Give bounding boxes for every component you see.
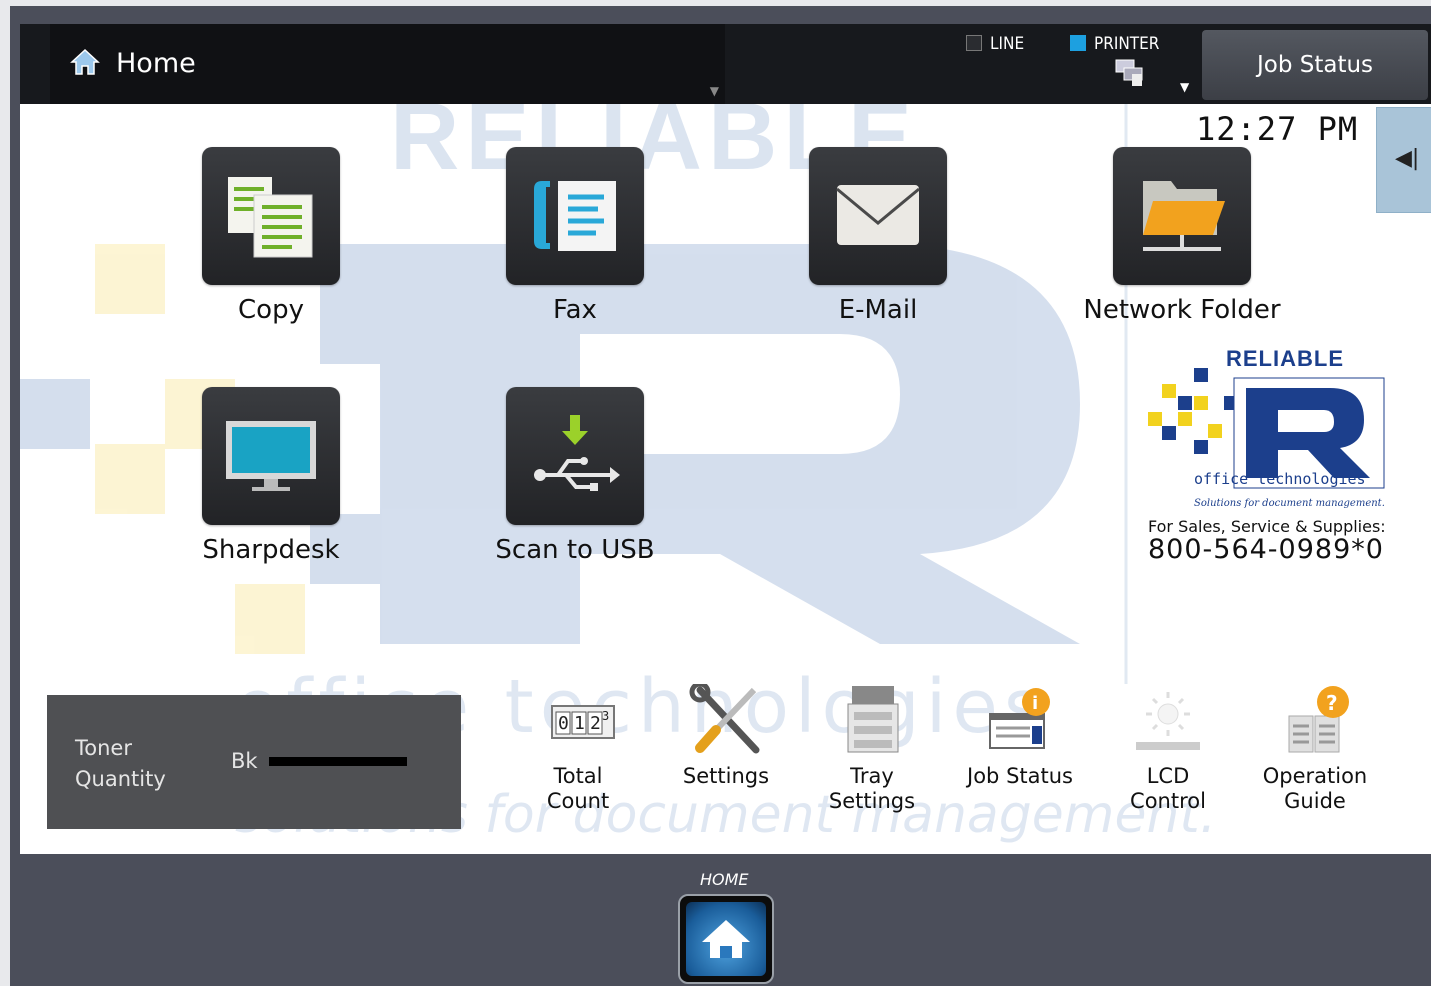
printer-indicator: PRINTER <box>1070 34 1159 54</box>
collapse-arrow-icon: ◀| <box>1395 146 1420 171</box>
app-label: E-Mail <box>838 295 918 325</box>
top-bar: Home ▼ LINE PRINTER ▼ Job Status <box>20 24 1431 104</box>
usb-icon <box>534 415 620 491</box>
svg-text:i: i <box>1032 693 1038 714</box>
network-folder-tile[interactable] <box>1113 147 1251 285</box>
clock: 12:27 PM <box>1196 110 1359 148</box>
network-folder-icon <box>1143 181 1225 251</box>
app-label: Sharpdesk <box>202 535 340 565</box>
printer-queue-icon[interactable] <box>1114 58 1148 88</box>
logo-wordmark: RELIABLE <box>1226 346 1344 371</box>
contact-phone: 800-564-0989*0 <box>1148 534 1384 565</box>
home-hardware-button[interactable] <box>678 894 774 984</box>
app-copy[interactable]: Copy <box>141 147 401 325</box>
reliable-logo: RELIABLE office technologies Solutions f… <box>1144 344 1394 516</box>
email-tile[interactable] <box>809 147 947 285</box>
sharpdesk-tile[interactable] <box>202 387 340 525</box>
logo-tagline: Solutions for document management. <box>1194 498 1385 509</box>
toner-level-bar <box>269 757 407 766</box>
util-lcd-control[interactable]: LCD Control <box>1103 684 1233 814</box>
util-label: LCD Control <box>1130 764 1206 813</box>
toner-quantity-panel[interactable]: Toner Quantity Bk <box>47 695 461 829</box>
copy-icon <box>228 177 313 258</box>
app-label: Fax <box>553 295 597 325</box>
printer-status-box <box>1070 35 1086 51</box>
svg-text:0: 0 <box>558 713 569 734</box>
home-icon <box>70 48 100 75</box>
job-status-icon: i <box>989 688 1050 749</box>
home-screen: RELIABLE office technologies solutions f… <box>20 104 1431 854</box>
monitor-icon <box>226 421 316 491</box>
side-panel-toggle[interactable]: ◀| <box>1376 107 1431 213</box>
util-operation-guide[interactable]: ? Operation Guide <box>1250 684 1380 814</box>
svg-text:3: 3 <box>602 709 609 723</box>
svg-text:2: 2 <box>590 713 601 734</box>
util-label: Total Count <box>546 764 610 813</box>
app-scan-to-usb[interactable]: Scan to USB <box>445 387 705 565</box>
util-total-count[interactable]: 0 1 2 3 Total Count <box>513 684 643 814</box>
svg-text:?: ? <box>1326 691 1338 715</box>
fax-tile[interactable] <box>506 147 644 285</box>
guide-icon: ? <box>1288 686 1349 753</box>
util-label: Settings <box>682 764 770 788</box>
app-label: Scan to USB <box>495 535 655 565</box>
app-label: Network Folder <box>1083 295 1281 325</box>
util-label: Job Status <box>967 764 1073 788</box>
toner-label: Toner Quantity <box>75 736 166 791</box>
fax-icon <box>534 181 616 251</box>
dropdown-arrow-icon[interactable]: ▼ <box>710 84 719 98</box>
util-job-status[interactable]: i Job Status <box>955 684 1085 789</box>
page-title: Home <box>116 48 196 79</box>
scan-to-usb-tile[interactable] <box>506 387 644 525</box>
app-label: Copy <box>238 295 304 325</box>
home-icon <box>702 920 750 958</box>
hardware-bar: HOME <box>10 854 1431 986</box>
job-status-button[interactable]: Job Status <box>1202 30 1428 100</box>
line-status-box <box>966 35 982 51</box>
home-hardware-label: HOME <box>700 870 749 889</box>
brightness-icon <box>1136 692 1200 750</box>
app-network-folder[interactable]: Network Folder <box>1052 147 1312 325</box>
logo-graphic: RELIABLE office technologies Solutions f… <box>1148 346 1385 509</box>
copy-tile[interactable] <box>202 147 340 285</box>
tray-icon <box>847 686 899 753</box>
line-indicator: LINE <box>966 34 1024 54</box>
app-fax[interactable]: Fax <box>445 147 705 325</box>
counter-icon: 0 1 2 3 <box>551 705 615 739</box>
util-tray-settings[interactable]: Tray Settings <box>807 684 937 814</box>
toner-color-label: Bk <box>231 749 258 773</box>
util-label: Tray Settings <box>828 764 916 813</box>
util-settings[interactable]: Settings <box>661 681 791 789</box>
app-email[interactable]: E-Mail <box>748 147 1008 325</box>
logo-subtitle: office technologies <box>1194 470 1366 488</box>
app-sharpdesk[interactable]: Sharpdesk <box>141 387 401 565</box>
settings-tools-icon <box>689 681 760 754</box>
printer-dropdown-arrow-icon[interactable]: ▼ <box>1180 80 1189 94</box>
svg-text:1: 1 <box>574 713 585 734</box>
util-label: Operation Guide <box>1262 764 1368 813</box>
home-tab[interactable]: Home ▼ <box>50 24 725 104</box>
email-icon <box>836 185 920 245</box>
